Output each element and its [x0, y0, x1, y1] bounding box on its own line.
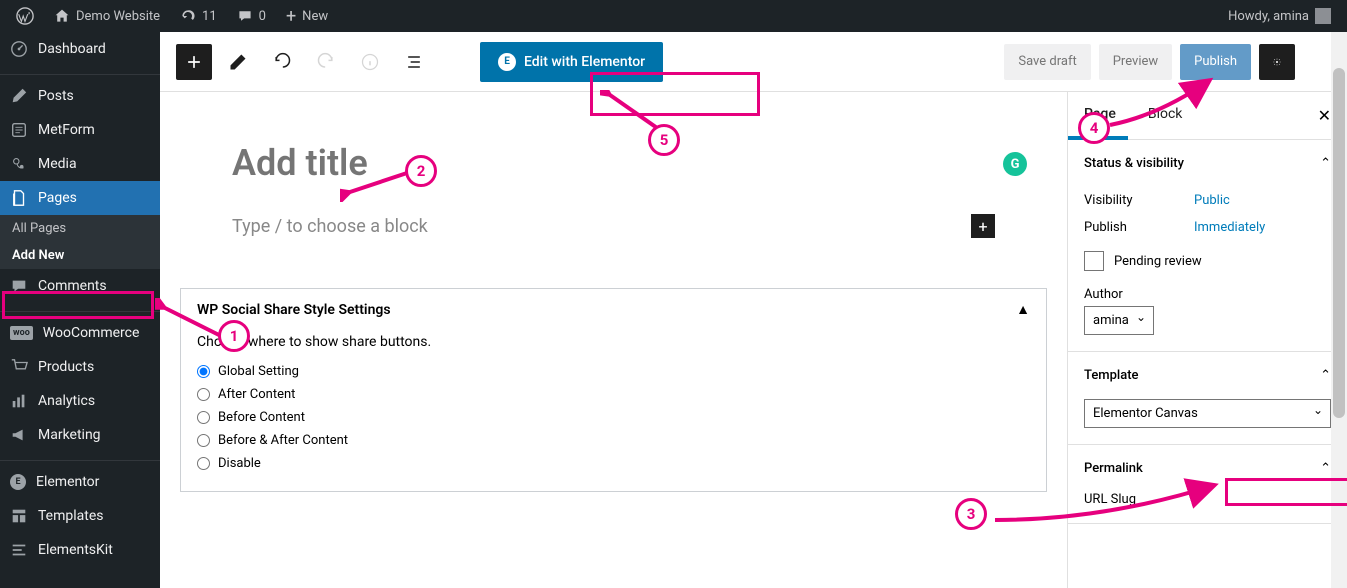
chevron-up-icon: ⌃: [1320, 368, 1331, 383]
annotation-4: 4: [1078, 112, 1110, 144]
admin-menu: Dashboard Posts MetForm Media Pages All …: [0, 32, 160, 588]
radio-before[interactable]: Before Content: [197, 406, 1030, 429]
status-visibility-header[interactable]: Status & visibility⌃: [1068, 140, 1347, 187]
visibility-label: Visibility: [1084, 193, 1194, 208]
visibility-value[interactable]: Public: [1194, 193, 1230, 208]
chevron-up-icon: ⌃: [1320, 461, 1331, 476]
radio-disable[interactable]: Disable: [197, 452, 1030, 475]
annotation-3: 3: [955, 498, 987, 530]
menu-posts[interactable]: Posts: [0, 79, 160, 113]
social-share-panel: WP Social Share Style Settings▲ Choose w…: [180, 288, 1047, 492]
radio-both[interactable]: Before & After Content: [197, 429, 1030, 452]
menu-metform[interactable]: MetForm: [0, 113, 160, 147]
howdy[interactable]: Howdy, amina: [1220, 0, 1339, 32]
wp-logo[interactable]: [8, 0, 42, 32]
menu-pages[interactable]: Pages: [0, 181, 160, 215]
menu-elementor[interactable]: EElementor: [0, 465, 160, 499]
menu-media[interactable]: Media: [0, 147, 160, 181]
menu-elementskit[interactable]: ElementsKit: [0, 533, 160, 567]
block-placeholder[interactable]: Type / to choose a block: [232, 216, 971, 237]
menu-woocommerce[interactable]: wooWooCommerce: [0, 316, 160, 350]
avatar: [1315, 8, 1331, 24]
new-content[interactable]: +New: [278, 0, 336, 32]
redo-button[interactable]: [308, 44, 344, 80]
menu-products[interactable]: Products: [0, 350, 160, 384]
chevron-up-icon: ⌃: [1320, 156, 1331, 171]
menu-analytics[interactable]: Analytics: [0, 384, 160, 418]
undo-button[interactable]: [264, 44, 300, 80]
grammarly-icon[interactable]: G: [1003, 152, 1027, 176]
menu-marketing[interactable]: Marketing: [0, 418, 160, 452]
annotation-2: 2: [405, 155, 437, 187]
submenu-add-new[interactable]: Add New: [0, 242, 160, 269]
collapse-icon: ▲: [1016, 301, 1030, 318]
author-select[interactable]: amina: [1084, 306, 1154, 335]
outline-button[interactable]: [396, 44, 432, 80]
radio-after[interactable]: After Content: [197, 383, 1030, 406]
info-button[interactable]: [352, 44, 388, 80]
wp-adminbar: Demo Website 11 0 +New Howdy, amina: [0, 0, 1347, 32]
template-header[interactable]: Template⌃: [1068, 352, 1347, 399]
annotation-5: 5: [648, 124, 680, 156]
social-panel-header[interactable]: WP Social Share Style Settings▲: [181, 289, 1046, 330]
add-block-button[interactable]: [176, 44, 212, 80]
author-label: Author: [1084, 281, 1331, 306]
page-scrollbar[interactable]: [1331, 32, 1347, 588]
site-name[interactable]: Demo Website: [46, 0, 168, 32]
pending-review-checkbox[interactable]: Pending review: [1084, 241, 1331, 281]
publish-value[interactable]: Immediately: [1194, 220, 1265, 235]
edit-mode-button[interactable]: [220, 44, 256, 80]
menu-dashboard[interactable]: Dashboard: [0, 32, 160, 66]
comments-count[interactable]: 0: [229, 0, 274, 32]
menu-comments[interactable]: Comments: [0, 269, 160, 303]
menu-templates[interactable]: Templates: [0, 499, 160, 533]
more-options-button[interactable]: [1303, 44, 1331, 80]
template-select[interactable]: Elementor Canvas: [1084, 399, 1331, 428]
elementor-icon: E: [498, 53, 516, 71]
edit-with-elementor-button[interactable]: EEdit with Elementor: [480, 42, 663, 82]
inline-add-block-button[interactable]: +: [971, 214, 995, 238]
save-draft-button[interactable]: Save draft: [1004, 44, 1090, 80]
annotation-1: 1: [218, 320, 250, 352]
submenu-all-pages[interactable]: All Pages: [0, 215, 160, 242]
publish-label: Publish: [1084, 220, 1194, 235]
updates[interactable]: 11: [172, 0, 225, 32]
radio-global[interactable]: Global Setting: [197, 360, 1030, 383]
editor-content: G Type / to choose a block + WP Social S…: [160, 92, 1067, 588]
social-panel-desc: Choose where to show share buttons.: [197, 334, 1030, 350]
settings-button[interactable]: [1259, 44, 1295, 80]
